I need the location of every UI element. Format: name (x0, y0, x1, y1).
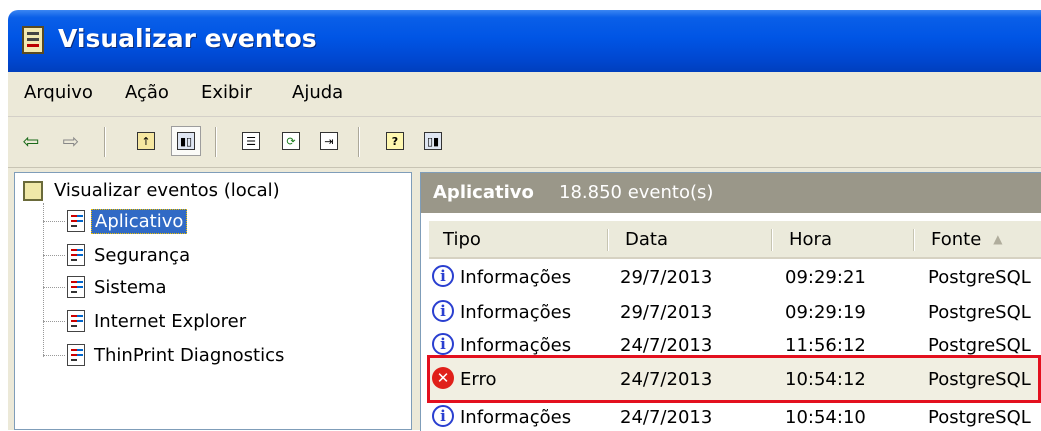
cell-hora: 10:54:10 (785, 407, 866, 428)
toolbar-separator (358, 127, 359, 157)
info-icon: i (432, 265, 454, 287)
properties-icon[interactable]: ☰ (236, 126, 266, 156)
window-title: Visualizar eventos (58, 24, 317, 53)
up-folder-icon[interactable]: ↑ (131, 126, 161, 156)
column-divider[interactable] (607, 229, 608, 251)
help-icon[interactable]: ? (380, 126, 410, 156)
tree-item-thinprint-diagnostics[interactable]: ThinPrint Diagnostics (67, 340, 287, 370)
cell-fonte: PostgreSQL (928, 267, 1031, 288)
column-header-label: Hora (789, 228, 832, 250)
column-header-label: Tipo (443, 228, 481, 250)
column-header-label: Data (625, 228, 668, 250)
tree-connector (43, 355, 65, 356)
tree-item-label: ThinPrint Diagnostics (94, 344, 285, 366)
menu-ajuda[interactable]: Ajuda (292, 82, 343, 103)
tree-root[interactable]: Visualizar eventos (local) (23, 179, 283, 202)
info-icon: i (432, 300, 454, 322)
column-header-tipo[interactable]: Tipo (429, 221, 609, 257)
event-log-icon (67, 244, 85, 266)
list-title-bar: Aplicativo 18.850 evento(s) (421, 173, 1041, 213)
toolbar: ⇦ ⇨ ↑ ▮▯ ☰ ⟳ ⇥ ? ▯▮ (8, 117, 1041, 168)
event-viewer-app-icon (22, 26, 44, 54)
title-bar[interactable]: Visualizar eventos (8, 10, 1041, 72)
cell-data: 29/7/2013 (620, 302, 713, 323)
event-log-icon (67, 210, 85, 232)
error-row-highlight (427, 355, 1041, 403)
refresh-icon[interactable]: ⟳ (276, 126, 306, 156)
cell-data: 24/7/2013 (620, 407, 713, 428)
event-log-icon (67, 310, 85, 332)
cell-tipo: Informações (460, 335, 572, 356)
tree-connector (43, 255, 65, 256)
info-icon: i (432, 333, 454, 355)
tree-item-label: Segurança (94, 244, 191, 266)
tree-root-label: Visualizar eventos (local) (54, 180, 280, 201)
info-icon: i (432, 405, 454, 427)
column-header-data[interactable]: Data (611, 221, 773, 257)
tree-item-label: Sistema (94, 276, 167, 298)
column-header-label: Fonte (931, 228, 982, 250)
tree-item-label: Internet Explorer (94, 310, 247, 332)
column-header-hora[interactable]: Hora (775, 221, 915, 257)
cell-fonte: PostgreSQL (928, 407, 1031, 428)
event-viewer-root-icon (23, 180, 43, 201)
tree-item-aplicativo[interactable]: Aplicativo (67, 206, 188, 236)
list-title: Aplicativo (433, 182, 534, 203)
cell-tipo: Informações (460, 302, 572, 323)
action-pane-icon[interactable]: ▯▮ (418, 126, 448, 156)
toolbar-separator (215, 127, 216, 157)
cell-data: 29/7/2013 (620, 267, 713, 288)
column-divider[interactable] (913, 229, 914, 251)
table-row[interactable]: i Informações 24/7/2013 10:54:10 Postgre… (420, 402, 1041, 430)
cell-hora: 09:29:21 (785, 267, 866, 288)
column-header-fonte[interactable]: Fonte ▲ (917, 221, 1041, 257)
export-list-icon[interactable]: ⇥ (314, 126, 344, 156)
forward-arrow-icon[interactable]: ⇨ (56, 126, 86, 156)
tree-connector (43, 321, 65, 322)
menu-exibir[interactable]: Exibir (201, 82, 252, 103)
cell-fonte: PostgreSQL (928, 335, 1031, 356)
show-hide-tree-icon[interactable]: ▮▯ (171, 126, 201, 156)
tree-connector (43, 287, 65, 288)
column-header-row: Tipo Data Hora Fonte ▲ (429, 221, 1041, 259)
tree-item-sistema[interactable]: Sistema (67, 272, 170, 302)
cell-tipo: Informações (460, 267, 572, 288)
cell-hora: 09:29:19 (785, 302, 866, 323)
toolbar-separator (104, 127, 105, 157)
tree-pane[interactable]: Visualizar eventos (local) Aplicativo Se… (14, 172, 412, 430)
table-row[interactable]: i Informações 29/7/2013 09:29:21 Postgre… (420, 262, 1041, 295)
event-log-icon (67, 276, 85, 298)
back-arrow-icon[interactable]: ⇦ (16, 126, 46, 156)
tree-item-seguranca[interactable]: Segurança (67, 240, 193, 270)
menu-arquivo[interactable]: Arquivo (24, 82, 93, 103)
cell-fonte: PostgreSQL (928, 302, 1031, 323)
cell-tipo: Informações (460, 407, 572, 428)
column-divider[interactable] (771, 229, 772, 251)
tree-connector (43, 221, 65, 222)
tree-item-internet-explorer[interactable]: Internet Explorer (67, 306, 249, 336)
table-row[interactable]: i Informações 29/7/2013 09:29:19 Postgre… (420, 297, 1041, 330)
cell-data: 24/7/2013 (620, 335, 713, 356)
tree-connector (43, 203, 44, 357)
menu-bar: Arquivo Ação Exibir Ajuda (8, 72, 1041, 117)
sort-arrow-icon: ▲ (993, 232, 1003, 246)
table-row[interactable]: i Informações 24/7/2013 11:56:12 Postgre… (420, 330, 1041, 356)
menu-acao[interactable]: Ação (125, 82, 169, 103)
event-count: 18.850 evento(s) (559, 182, 714, 203)
tree-item-label: Aplicativo (91, 208, 188, 234)
cell-hora: 11:56:12 (785, 335, 866, 356)
event-log-icon (67, 344, 85, 366)
